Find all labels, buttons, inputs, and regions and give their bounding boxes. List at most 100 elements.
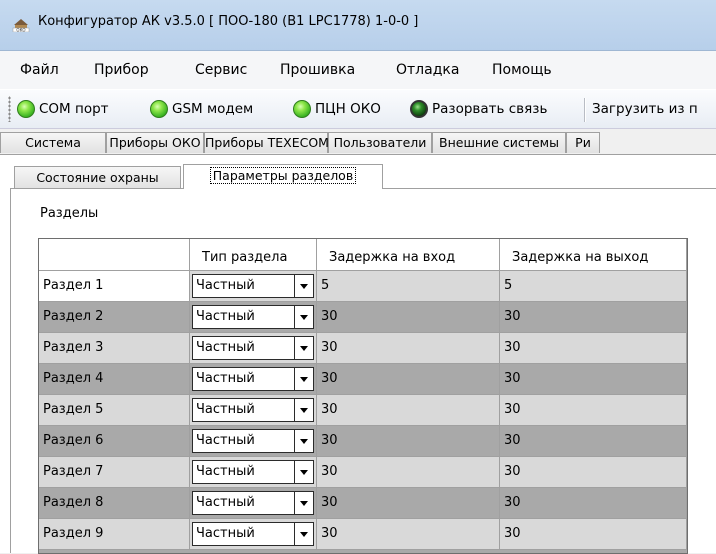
toolbar-grip[interactable] [8, 96, 11, 122]
tab-users[interactable]: Пользователи [328, 132, 432, 153]
column-header-entry-delay[interactable]: Задержка на вход [317, 239, 500, 271]
entry-delay-cell[interactable]: 30 [317, 519, 500, 550]
partition-name-cell[interactable]: Раздел 7 [39, 457, 190, 488]
exit-delay-cell[interactable]: 5 [500, 271, 687, 302]
chevron-down-icon[interactable] [294, 523, 313, 545]
partition-type-cell[interactable]: Частный [190, 364, 317, 395]
partition-name-cell[interactable]: Раздел 2 [39, 302, 190, 333]
chevron-down-icon[interactable] [294, 275, 313, 297]
table-row[interactable]: Раздел 7 Частный 30 30 [39, 457, 687, 488]
table-row[interactable]: Раздел 8 Частный 30 30 [39, 488, 687, 519]
menu-debug[interactable]: Отладка [396, 62, 459, 78]
exit-delay-cell[interactable]: 30 [500, 364, 687, 395]
chevron-down-icon[interactable] [294, 337, 313, 359]
table-row[interactable]: Раздел 2 Частный 30 30 [39, 302, 687, 333]
table-row[interactable]: Раздел 5 Частный 30 30 [39, 395, 687, 426]
partition-type-cell[interactable]: Частный [190, 333, 317, 364]
table-row[interactable]: Раздел 4 Частный 30 30 [39, 364, 687, 395]
column-header-type[interactable]: Тип раздела [190, 239, 317, 271]
exit-delay-cell[interactable]: 30 [500, 395, 687, 426]
partitions-grid[interactable]: Тип раздела Задержка на вход Задержка на… [38, 238, 688, 554]
window-title: Конфигуратор АК v3.5.0 [ ПОО-180 (B1 LPC… [38, 14, 419, 29]
chevron-down-icon[interactable] [294, 399, 313, 421]
partition-type-cell[interactable]: Частный [190, 488, 317, 519]
partition-type-select[interactable]: Частный [192, 522, 314, 546]
partition-name-cell[interactable]: Раздел 4 [39, 364, 190, 395]
com-port-button[interactable]: COM порт [17, 98, 109, 120]
tab-partition-params[interactable]: Параметры разделов [183, 164, 383, 189]
tab-texecom-devices[interactable]: Приборы TEXECOM [204, 132, 329, 153]
menu-file[interactable]: Файл [20, 62, 59, 78]
pcn-oko-label: ПЦН ОКО [315, 101, 381, 117]
entry-delay-cell[interactable]: 30 [317, 364, 500, 395]
entry-delay-cell[interactable]: 30 [317, 395, 500, 426]
disconnect-button[interactable]: Разорвать связь [410, 98, 547, 120]
table-row[interactable]: Раздел 6 Частный 30 30 [39, 426, 687, 457]
partition-type-select[interactable]: Частный [192, 274, 314, 298]
partition-type-cell[interactable]: Частный [190, 302, 317, 333]
partition-name-cell[interactable]: Раздел 1 [39, 271, 190, 302]
toolbar-separator [584, 98, 586, 122]
disconnect-icon [410, 100, 428, 118]
menu-firmware[interactable]: Прошивка [280, 62, 355, 78]
chevron-down-icon[interactable] [294, 306, 313, 328]
chevron-down-icon[interactable] [294, 368, 313, 390]
exit-delay-cell[interactable]: 30 [500, 488, 687, 519]
tab-security-state[interactable]: Состояние охраны [14, 166, 181, 188]
partition-type-cell[interactable]: Частный [190, 271, 317, 302]
column-header-name[interactable] [39, 239, 190, 271]
menu-device[interactable]: Прибор [94, 62, 149, 78]
exit-delay-cell[interactable]: 30 [500, 333, 687, 364]
tab-oko-devices[interactable]: Приборы ОКО [106, 132, 204, 153]
partition-type-value: Частный [196, 309, 255, 324]
exit-delay-cell[interactable]: 30 [500, 426, 687, 457]
entry-delay-cell[interactable]: 30 [317, 488, 500, 519]
tab-partition-params-label: Параметры разделов [209, 167, 357, 184]
exit-delay-cell[interactable]: 30 [500, 302, 687, 333]
partition-type-value: Частный [196, 433, 255, 448]
exit-delay-cell[interactable]: 30 [500, 519, 687, 550]
partition-type-select[interactable]: Частный [192, 460, 314, 484]
partition-name-cell[interactable]: Раздел 3 [39, 333, 190, 364]
entry-delay-cell[interactable]: 30 [317, 426, 500, 457]
partition-name-cell[interactable]: Раздел 8 [39, 488, 190, 519]
table-row[interactable]: Раздел 1 Частный 5 5 [39, 271, 687, 302]
load-from-button[interactable]: Загрузить из п [592, 98, 698, 120]
column-header-exit-delay[interactable]: Задержка на выход [500, 239, 687, 271]
tab-truncated[interactable]: Ри [566, 132, 600, 153]
table-row[interactable]: Раздел 3 Частный 30 30 [39, 333, 687, 364]
menu-service[interactable]: Сервис [195, 62, 247, 78]
table-row[interactable]: Раздел 9 Частный 30 30 [39, 519, 687, 550]
partition-name-cell[interactable]: Раздел 9 [39, 519, 190, 550]
pcn-oko-button[interactable]: ПЦН ОКО [293, 98, 381, 120]
gsm-modem-button[interactable]: GSM модем [150, 98, 253, 120]
gsm-modem-status-icon [150, 100, 168, 118]
partition-type-select[interactable]: Частный [192, 491, 314, 515]
partition-name-cell[interactable]: Раздел 6 [39, 426, 190, 457]
partition-type-select[interactable]: Частный [192, 305, 314, 329]
partition-name-cell[interactable]: Раздел 5 [39, 395, 190, 426]
tab-external-systems[interactable]: Внешние системы [432, 132, 566, 153]
chevron-down-icon[interactable] [294, 461, 313, 483]
exit-delay-cell[interactable]: 30 [500, 457, 687, 488]
menu-help[interactable]: Помощь [492, 62, 552, 78]
partition-type-cell[interactable]: Частный [190, 426, 317, 457]
partition-type-select[interactable]: Частный [192, 336, 314, 360]
entry-delay-cell[interactable]: 5 [317, 271, 500, 302]
partition-type-select[interactable]: Частный [192, 367, 314, 391]
partition-type-cell[interactable]: Частный [190, 457, 317, 488]
tab-system[interactable]: Система [0, 132, 106, 153]
partition-type-cell[interactable]: Частный [190, 519, 317, 550]
entry-delay-cell[interactable]: 30 [317, 302, 500, 333]
entry-delay-cell[interactable]: 30 [317, 457, 500, 488]
svg-text:ОКО: ОКО [16, 28, 25, 33]
title-bar: ОКО Конфигуратор АК v3.5.0 [ ПОО-180 (B1… [0, 0, 716, 51]
partition-type-cell[interactable]: Частный [190, 395, 317, 426]
pcn-oko-status-icon [293, 100, 311, 118]
chevron-down-icon[interactable] [294, 492, 313, 514]
chevron-down-icon[interactable] [294, 430, 313, 452]
partition-type-select[interactable]: Частный [192, 429, 314, 453]
entry-delay-cell[interactable]: 30 [317, 333, 500, 364]
partition-type-select[interactable]: Частный [192, 398, 314, 422]
main-tab-strip: Система Приборы ОКО Приборы TEXECOM Поль… [0, 132, 716, 154]
